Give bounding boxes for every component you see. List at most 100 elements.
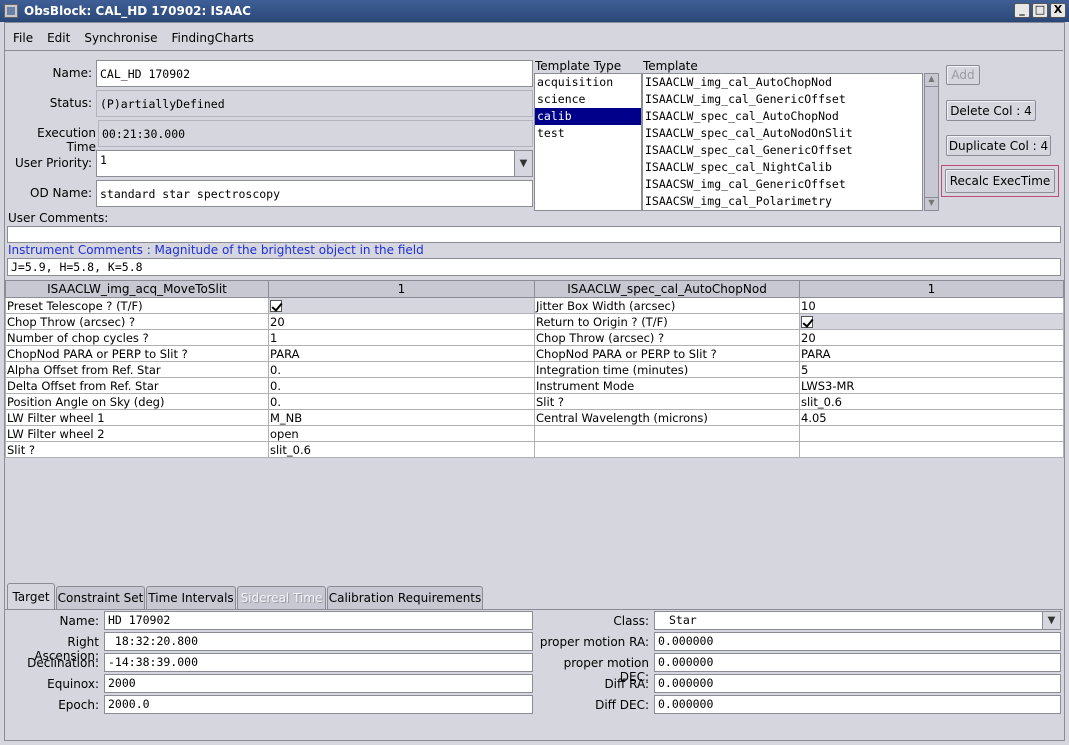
template-type-item[interactable]: science (535, 91, 641, 108)
equinox-field[interactable]: 2000 (104, 674, 533, 693)
param-value[interactable]: 4.05 (799, 409, 1064, 426)
template-type-list: acquisition science calib test (534, 73, 642, 211)
param-value[interactable] (799, 425, 1064, 442)
instrument-comments-field[interactable]: J=5.9, H=5.8, K=5.8 (7, 258, 1061, 276)
param-value[interactable]: 20 (268, 313, 535, 330)
param-label: Slit ? (5, 441, 269, 458)
tab-calibration-requirements[interactable]: Calibration Requirements (327, 586, 483, 609)
param-value[interactable]: 10 (799, 297, 1064, 314)
chevron-down-icon[interactable]: ▼ (514, 151, 532, 176)
template-item[interactable]: ISAACSW_img_cal_Polarimetry (643, 193, 922, 210)
diff-dec-field[interactable]: 0.000000 (654, 695, 1061, 714)
diff-ra-field[interactable]: 0.000000 (654, 674, 1061, 693)
preset-telescope-checkbox[interactable] (268, 297, 535, 314)
param-value[interactable]: PARA (799, 345, 1064, 362)
od-name-label: OD Name: (30, 186, 92, 200)
param-label: Jitter Box Width (arcsec) (534, 297, 800, 314)
proper-motion-ra-field[interactable]: 0.000000 (654, 632, 1061, 651)
scroll-up-icon[interactable]: ▲ (925, 74, 938, 87)
duplicate-col-button[interactable]: Duplicate Col : 4 (946, 135, 1051, 156)
template-item[interactable]: ISAACLW_spec_cal_NightCalib (643, 159, 922, 176)
right-ascension-field[interactable]: 18:32:20.800 (104, 632, 533, 651)
param-value[interactable]: 0. (268, 377, 535, 394)
table-row: Position Angle on Sky (deg) 0. Slit ? sl… (5, 393, 1064, 410)
maximize-button[interactable]: □ (1032, 3, 1048, 18)
minimize-button[interactable]: _ (1014, 3, 1030, 18)
epoch-field[interactable]: 2000.0 (104, 695, 533, 714)
checkmark-icon[interactable] (801, 316, 813, 328)
column-header[interactable]: 1 (799, 280, 1064, 298)
tab-target[interactable]: Target (7, 583, 55, 610)
execution-time-value: 00:21:30.000 (98, 120, 533, 147)
param-label: Delta Offset from Ref. Star (5, 377, 269, 394)
param-value[interactable]: slit_0.6 (268, 441, 535, 458)
param-label: ChopNod PARA or PERP to Slit ? (534, 345, 800, 362)
declination-label: Declination: (27, 656, 99, 670)
class-select[interactable]: Star (654, 611, 1061, 630)
tab-sidereal-time: Sidereal Time (237, 586, 326, 609)
window-title-bar[interactable]: ObsBlock: CAL_HD 170902: ISAAC (0, 0, 1069, 22)
user-comments-field[interactable] (7, 226, 1061, 243)
param-label (534, 441, 800, 458)
param-value[interactable]: 0. (268, 393, 535, 410)
column-header[interactable]: ISAACLW_spec_cal_AutoChopNod (534, 280, 800, 298)
menu-bar: File Edit Synchronise FindingCharts (5, 25, 1063, 51)
menu-file[interactable]: File (13, 31, 33, 45)
param-label: Preset Telescope ? (T/F) (5, 297, 269, 314)
param-label: Number of chop cycles ? (5, 329, 269, 346)
param-value[interactable]: PARA (268, 345, 535, 362)
param-value[interactable]: 20 (799, 329, 1064, 346)
template-item[interactable]: ISAACLW_spec_cal_GenericOffset (643, 142, 922, 159)
chevron-down-icon[interactable]: ▼ (1042, 612, 1060, 629)
delete-col-button[interactable]: Delete Col : 4 (946, 100, 1036, 121)
name-field[interactable]: CAL_HD 170902 (96, 60, 533, 87)
target-name-field[interactable]: HD 170902 (104, 611, 533, 630)
declination-field[interactable]: -14:38:39.000 (104, 653, 533, 672)
template-item[interactable]: ISAACSW_img_cal_GenericOffset (643, 176, 922, 193)
column-header[interactable]: 1 (268, 280, 535, 298)
add-button[interactable]: Add (946, 65, 980, 85)
table-row: ChopNod PARA or PERP to Slit ? PARA Chop… (5, 345, 1064, 362)
diff-dec-label: Diff DEC: (595, 698, 649, 712)
menu-findingcharts[interactable]: FindingCharts (171, 31, 253, 45)
execution-time-label: Execution Time (37, 126, 96, 154)
param-value[interactable]: 1 (268, 329, 535, 346)
tab-time-intervals[interactable]: Time Intervals (146, 586, 236, 609)
column-header[interactable]: ISAACLW_img_acq_MoveToSlit (5, 280, 269, 298)
recalc-exectime-button[interactable]: Recalc ExecTime (945, 169, 1055, 193)
od-name-field[interactable]: standard star spectroscopy (96, 180, 533, 207)
param-value[interactable]: slit_0.6 (799, 393, 1064, 410)
template-type-item-selected[interactable]: calib (535, 108, 641, 125)
template-list-scrollbar[interactable]: ▲ ▼ (924, 73, 939, 211)
checkmark-icon[interactable] (270, 300, 282, 312)
proper-motion-dec-field[interactable]: 0.000000 (654, 653, 1061, 672)
template-list: ISAACLW_img_cal_AutoChopNod ISAACLW_img_… (642, 73, 923, 211)
template-item[interactable]: ISAACLW_spec_cal_AutoNodOnSlit (643, 125, 922, 142)
param-value[interactable]: M_NB (268, 409, 535, 426)
status-value: (P)artiallyDefined (96, 90, 533, 117)
class-label: Class: (613, 614, 649, 628)
instrument-comments-label: Instrument Comments : Magnitude of the b… (8, 243, 424, 257)
user-priority-select[interactable]: 1 (96, 150, 533, 177)
table-row: Delta Offset from Ref. Star 0. Instrumen… (5, 377, 1064, 394)
param-value[interactable]: LWS3-MR (799, 377, 1064, 394)
template-type-item[interactable]: acquisition (535, 74, 641, 91)
param-value[interactable]: 5 (799, 361, 1064, 378)
template-type-item[interactable]: test (535, 125, 641, 142)
param-value[interactable]: open (268, 425, 535, 442)
menu-edit[interactable]: Edit (47, 31, 70, 45)
name-label: Name: (52, 66, 92, 80)
template-item[interactable]: ISAACLW_spec_cal_AutoChopNod (643, 108, 922, 125)
return-to-origin-checkbox[interactable] (799, 313, 1064, 330)
template-item[interactable]: ISAACLW_img_cal_AutoChopNod (643, 74, 922, 91)
param-value[interactable]: 0. (268, 361, 535, 378)
menu-synchronise[interactable]: Synchronise (84, 31, 157, 45)
param-label: ChopNod PARA or PERP to Slit ? (5, 345, 269, 362)
tab-constraint-set[interactable]: Constraint Set (56, 586, 145, 609)
template-item[interactable]: ISAACLW_img_cal_GenericOffset (643, 91, 922, 108)
scroll-down-icon[interactable]: ▼ (925, 197, 938, 210)
param-label: Chop Throw (arcsec) ? (534, 329, 800, 346)
param-value[interactable] (799, 441, 1064, 458)
param-label: Position Angle on Sky (deg) (5, 393, 269, 410)
close-button[interactable]: X (1050, 3, 1066, 18)
